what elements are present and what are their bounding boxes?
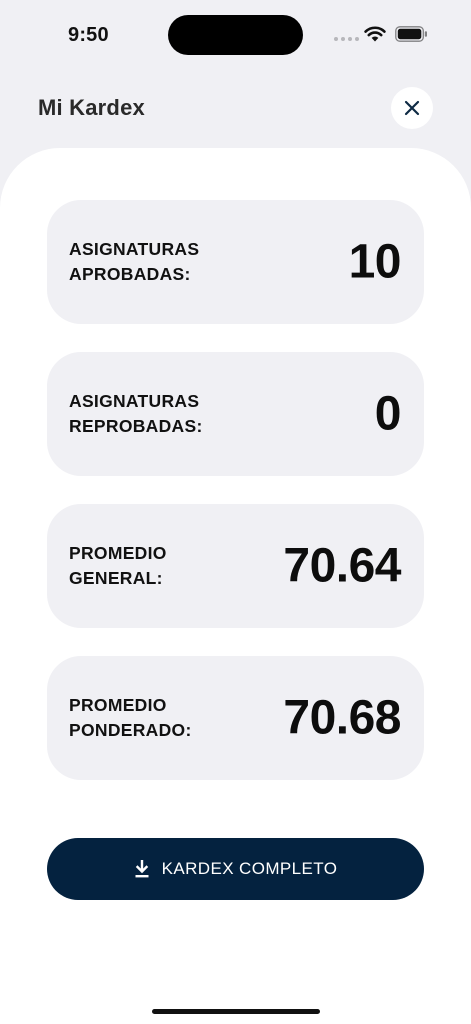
download-kardex-label: KARDEX COMPLETO	[161, 859, 338, 878]
failed-subjects-card: ASIGNATURAS REPROBADAS: 0	[47, 352, 424, 476]
weighted-average-card: PROMEDIO PONDERADO: 70.68	[47, 656, 424, 780]
status-time: 9:50	[68, 24, 109, 46]
general-average-card: PROMEDIO GENERAL: 70.64	[47, 504, 424, 628]
battery-icon	[395, 26, 427, 42]
home-indicator[interactable]	[152, 1009, 320, 1014]
download-icon	[135, 860, 149, 878]
screen: 9:50 Mi Kardex ASIGNATURAS APROBADAS: 10…	[0, 0, 471, 1024]
status-bar: 9:50	[0, 0, 471, 70]
general-average-value: 70.64	[283, 539, 401, 593]
close-button[interactable]	[391, 87, 433, 129]
page-title: Mi Kardex	[38, 95, 145, 120]
weighted-average-label: PROMEDIO PONDERADO:	[69, 695, 192, 740]
signal-icon	[334, 37, 359, 41]
wifi-icon	[364, 26, 386, 42]
failed-subjects-value: 0	[374, 387, 402, 441]
weighted-average-value: 70.68	[283, 691, 401, 745]
dynamic-island	[168, 15, 303, 55]
general-average-label: PROMEDIO GENERAL:	[69, 543, 167, 588]
approved-subjects-value: 10	[348, 235, 402, 289]
close-icon	[404, 100, 420, 116]
approved-subjects-card: ASIGNATURAS APROBADAS: 10	[47, 200, 424, 324]
failed-subjects-label: ASIGNATURAS REPROBADAS:	[69, 391, 203, 436]
download-kardex-button[interactable]: KARDEX COMPLETO	[47, 838, 424, 900]
approved-subjects-label: ASIGNATURAS APROBADAS:	[69, 239, 200, 284]
